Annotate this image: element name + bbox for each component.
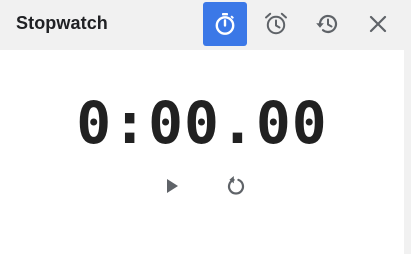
history-icon <box>316 14 338 34</box>
alarm-tab-button[interactable] <box>254 2 298 46</box>
elapsed-time: 0:00.00 <box>76 89 328 157</box>
alarm-icon <box>265 12 287 35</box>
close-icon <box>369 15 387 33</box>
scrollbar-track <box>404 50 411 254</box>
history-tab-button[interactable] <box>305 2 349 46</box>
stopwatch-window: Stopwatch 0:00.00 <box>0 0 411 254</box>
page-title: Stopwatch <box>16 13 108 33</box>
reset-icon <box>227 176 245 195</box>
start-button[interactable] <box>158 172 186 200</box>
stopwatch-icon <box>215 13 235 35</box>
stopwatch-tab-button[interactable] <box>203 2 247 46</box>
play-icon <box>167 179 178 193</box>
title-bar: Stopwatch <box>0 0 411 50</box>
close-button[interactable] <box>356 2 400 46</box>
reset-button[interactable] <box>222 172 250 200</box>
stopwatch-panel: 0:00.00 <box>0 50 404 254</box>
